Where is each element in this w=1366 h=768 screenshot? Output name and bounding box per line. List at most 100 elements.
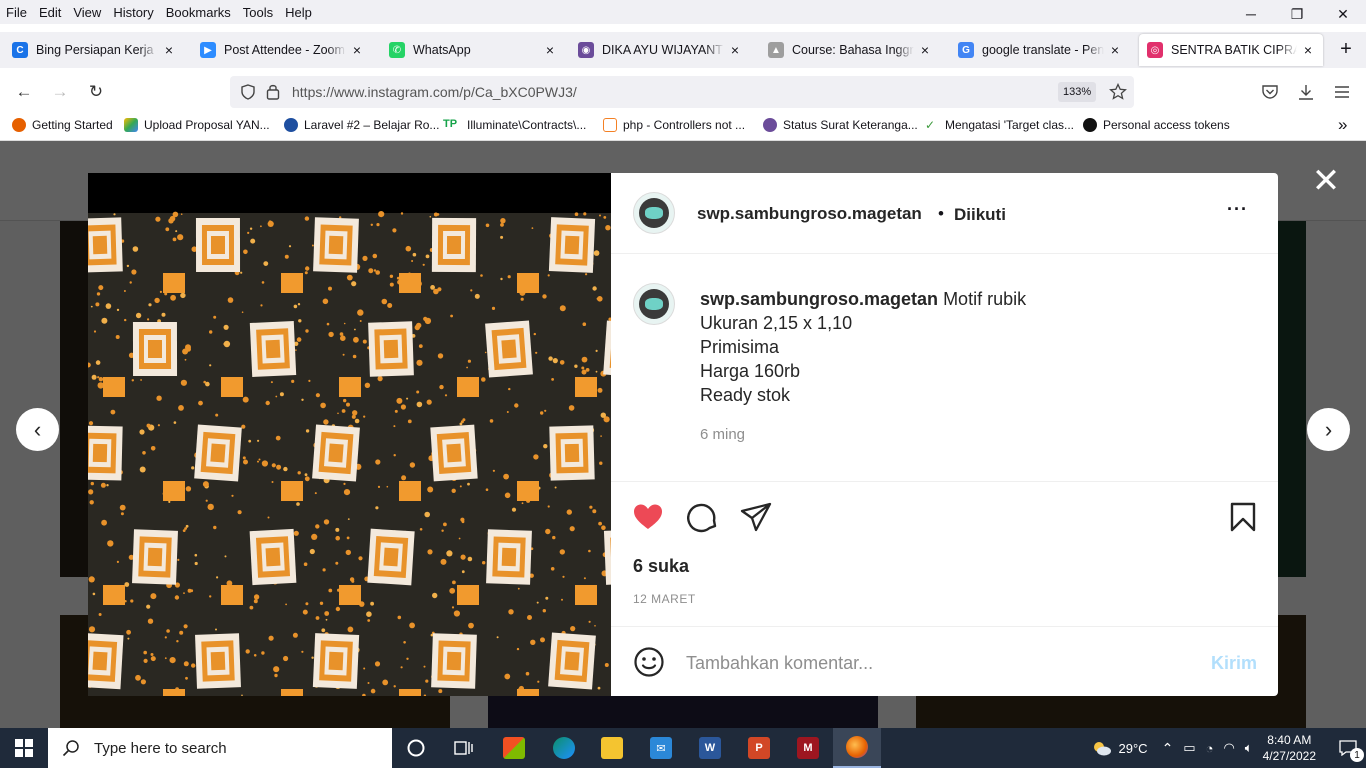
tab-whatsapp[interactable]: ✆ WhatsApp × — [381, 32, 565, 68]
lock-icon[interactable] — [266, 83, 280, 100]
window-close-button[interactable]: ✕ — [1320, 0, 1366, 28]
post-date[interactable]: 12 MARET — [633, 592, 696, 606]
taskbar-app-firefox[interactable] — [833, 728, 881, 768]
taskbar-app-store[interactable] — [490, 728, 538, 768]
download-icon[interactable] — [1297, 83, 1315, 101]
bookmark-item[interactable]: Personal access tokens — [1083, 118, 1230, 132]
bookmark-item[interactable]: Status Surat Keteranga... — [763, 118, 918, 132]
emoji-icon[interactable] — [633, 646, 665, 678]
address-bar[interactable]: https://www.instagram.com/p/Ca_bXC0PWJ3/… — [230, 76, 1134, 108]
like-count[interactable]: 6 suka — [633, 556, 689, 577]
more-options-icon[interactable]: ··· — [1227, 199, 1248, 220]
tab-close-icon[interactable]: × — [162, 42, 176, 58]
clock[interactable]: 8:40 AM 4/27/2022 — [1263, 732, 1316, 764]
zoom-indicator[interactable]: 133% — [1058, 82, 1097, 102]
menu-history[interactable]: History — [107, 5, 159, 20]
menu-bookmarks[interactable]: Bookmarks — [160, 5, 237, 20]
shield-icon[interactable] — [240, 84, 256, 100]
tab-close-icon[interactable]: × — [728, 42, 742, 58]
bookmark-label: Laravel #2 – Belajar Ro... — [304, 118, 440, 132]
firefox-icon — [846, 736, 868, 758]
volume-icon[interactable]: 🔈︎ — [1245, 740, 1253, 756]
wifi-icon[interactable]: ◠ — [1223, 740, 1234, 756]
chevron-right-icon: › — [1324, 416, 1333, 442]
caption-timestamp[interactable]: 6 ming — [700, 426, 745, 443]
bookmark-item[interactable]: Upload Proposal YAN... — [124, 118, 270, 132]
tab-dika[interactable]: ◉ DIKA AYU WIJAYANTI | Sp × — [570, 32, 750, 68]
bookmarks-overflow-icon[interactable]: » — [1338, 115, 1347, 135]
tab-bar: C Bing Persiapan Kerja - Pr × ▶ Post Att… — [0, 32, 1366, 68]
tab-google-translate[interactable]: G google translate - Penelu × — [950, 32, 1130, 68]
tab-close-icon[interactable]: × — [543, 42, 557, 58]
notification-center-button[interactable]: 1 — [1330, 728, 1366, 768]
bookmark-item[interactable]: Getting Started — [12, 118, 113, 132]
tab-title: Post Attendee - Zoom — [224, 43, 345, 57]
tab-instagram[interactable]: ◎ SENTRA BATIK CIPRAT × — [1139, 34, 1323, 66]
weather-widget[interactable]: 29°C — [1091, 739, 1148, 757]
chevron-up-icon[interactable]: ⌃ — [1162, 740, 1174, 757]
taskbar-search[interactable]: Type here to search — [48, 728, 392, 768]
follow-status-button[interactable]: Diikuti — [954, 205, 1006, 225]
tab-bing[interactable]: C Bing Persiapan Kerja - Pr × — [4, 32, 184, 68]
heart-icon[interactable] — [632, 501, 664, 533]
weather-sun-cloud-icon — [1093, 742, 1111, 756]
menu-hamburger-icon[interactable] — [1333, 83, 1351, 101]
taskbar-app-mail[interactable]: ✉ — [637, 728, 685, 768]
tab-title: Course: Bahasa Inggris Pe — [792, 43, 914, 57]
url-text[interactable]: https://www.instagram.com/p/Ca_bXC0PWJ3/ — [292, 84, 577, 100]
new-tab-button[interactable]: + — [1334, 38, 1358, 61]
avatar[interactable] — [633, 283, 675, 325]
taskbar-app-word[interactable]: W — [686, 728, 734, 768]
taskbar-app-mendeley[interactable]: M — [784, 728, 832, 768]
bookmarks-bar: Getting Started Upload Proposal YAN... L… — [0, 112, 1366, 141]
windows-taskbar: Type here to search ✉ W P M 29°C ⌃ ▭ ◔ ◠… — [0, 728, 1366, 768]
post-image[interactable] — [88, 173, 611, 696]
taskbar-app-powerpoint[interactable]: P — [735, 728, 783, 768]
menu-view[interactable]: View — [67, 5, 107, 20]
bookmark-star-icon[interactable] — [1109, 83, 1127, 101]
send-comment-button[interactable]: Kirim — [1211, 653, 1257, 674]
menu-edit[interactable]: Edit — [33, 5, 67, 20]
reload-button[interactable]: ↻ — [84, 80, 108, 104]
restore-button[interactable]: ❐ — [1274, 0, 1320, 28]
next-post-button[interactable]: › — [1307, 408, 1350, 451]
previous-post-button[interactable]: ‹ — [16, 408, 59, 451]
bookmark-item[interactable]: Laravel #2 – Belajar Ro... — [284, 118, 439, 132]
tab-close-icon[interactable]: × — [1108, 42, 1122, 58]
bookmark-item[interactable]: TP Illuminate\Contracts\... — [443, 118, 586, 132]
tab-close-icon[interactable]: × — [918, 42, 932, 58]
caption-username[interactable]: swp.sambungroso.magetan — [700, 289, 938, 309]
menu-file[interactable]: File — [0, 5, 33, 20]
back-button[interactable]: ← — [12, 80, 36, 104]
cortana-button[interactable] — [392, 728, 440, 768]
bookmark-item[interactable]: php - Controllers not ... — [603, 118, 745, 132]
taskbar-app-edge[interactable] — [540, 728, 588, 768]
forward-button[interactable]: → — [48, 80, 72, 104]
tp-icon: TP — [443, 118, 458, 130]
tab-course[interactable]: ▲ Course: Bahasa Inggris Pe × — [760, 32, 940, 68]
clock-time: 8:40 AM — [1267, 733, 1312, 747]
post-username[interactable]: swp.sambungroso.magetan — [697, 204, 922, 224]
pocket-icon[interactable] — [1261, 83, 1279, 101]
comment-icon[interactable] — [687, 501, 719, 533]
firefox-icon — [12, 118, 26, 132]
whatsapp-icon: ✆ — [389, 42, 405, 58]
network-icon[interactable]: ◔ — [1206, 741, 1214, 756]
bookmark-label: Illuminate\Contracts\... — [467, 118, 587, 132]
tab-close-icon[interactable]: × — [350, 42, 364, 58]
battery-icon[interactable]: ▭ — [1183, 740, 1195, 756]
tab-close-icon[interactable]: × — [1301, 42, 1315, 58]
share-icon[interactable] — [740, 501, 772, 533]
save-bookmark-icon[interactable] — [1227, 501, 1259, 533]
comment-input[interactable] — [686, 651, 1146, 675]
menu-help[interactable]: Help — [279, 5, 318, 20]
tab-zoom[interactable]: ▶ Post Attendee - Zoom × — [192, 32, 372, 68]
start-button[interactable] — [0, 728, 48, 768]
modal-close-icon[interactable]: ✕ — [1310, 164, 1342, 198]
avatar[interactable] — [633, 192, 675, 234]
task-view-button[interactable] — [440, 728, 488, 768]
menu-tools[interactable]: Tools — [237, 5, 279, 20]
minimize-button[interactable]: ─ — [1228, 0, 1274, 28]
taskbar-app-explorer[interactable] — [588, 728, 636, 768]
bookmark-item[interactable]: ✓ Mengatasi 'Target clas... — [925, 118, 1074, 132]
